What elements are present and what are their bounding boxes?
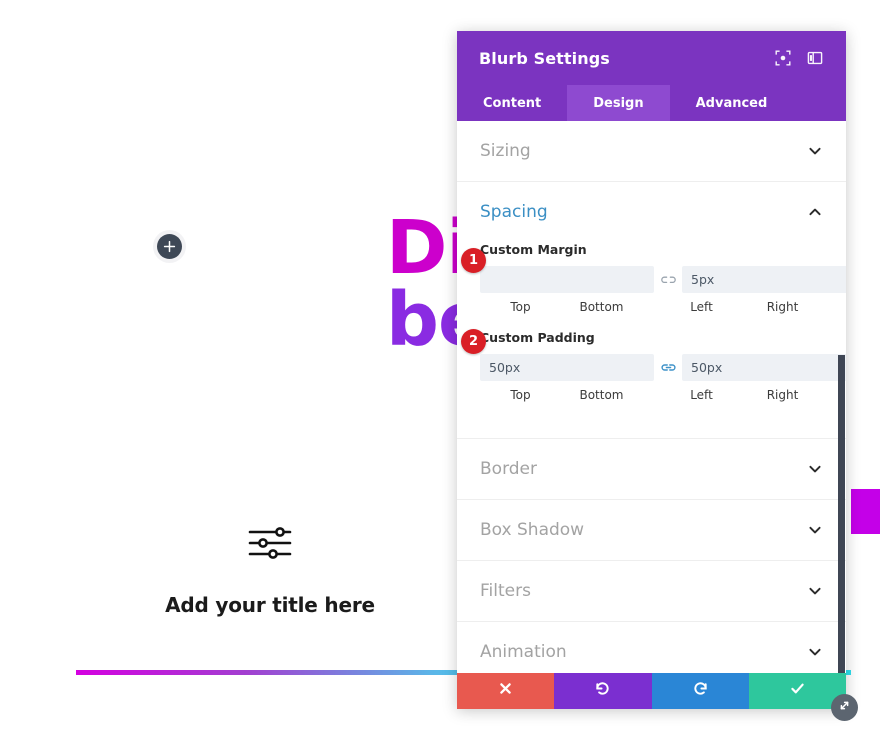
modal-footer bbox=[457, 673, 846, 709]
undo-button[interactable] bbox=[554, 673, 652, 709]
resize-diagonal-icon bbox=[837, 698, 852, 718]
check-icon bbox=[789, 680, 806, 702]
chevron-down-icon bbox=[807, 644, 823, 660]
section-spacing-header[interactable]: Spacing bbox=[480, 182, 823, 242]
section-box-shadow-label: Box Shadow bbox=[480, 520, 585, 540]
annotation-badge-1: 1 bbox=[461, 248, 486, 273]
custom-padding-row bbox=[480, 354, 846, 381]
section-spacing-label: Spacing bbox=[480, 202, 548, 222]
chevron-down-icon bbox=[807, 143, 823, 159]
panel-scrollbar[interactable] bbox=[838, 355, 845, 673]
margin-bottom-label: Bottom bbox=[579, 300, 624, 314]
undo-icon bbox=[594, 680, 611, 702]
padding-top-label: Top bbox=[510, 388, 531, 402]
spacing-fields: Custom Margin 5px Top Bottom Left Right … bbox=[480, 242, 846, 438]
section-animation[interactable]: Animation bbox=[457, 622, 846, 673]
modal-title: Blurb Settings bbox=[479, 48, 610, 68]
custom-padding-labels: Top Bottom Left Right bbox=[480, 383, 823, 402]
custom-padding-label: Custom Padding bbox=[480, 330, 595, 345]
chevron-up-icon bbox=[807, 204, 823, 220]
margin-left-label: Left bbox=[690, 300, 713, 314]
cancel-button[interactable] bbox=[457, 673, 555, 709]
resize-handle[interactable] bbox=[831, 694, 858, 721]
redo-button[interactable] bbox=[651, 673, 749, 709]
chevron-down-icon bbox=[807, 461, 823, 477]
custom-margin-row bbox=[480, 266, 846, 293]
chevron-down-icon bbox=[807, 583, 823, 599]
section-border-header[interactable]: Border bbox=[480, 439, 823, 499]
sliders-icon bbox=[247, 525, 293, 561]
padding-right-label: Right bbox=[766, 388, 799, 402]
color-swatch-block bbox=[851, 489, 880, 534]
blurb-module-preview[interactable]: Add your title here bbox=[110, 525, 430, 617]
modal-body: Sizing Spacing Custom Margin 5px Top Bot… bbox=[457, 121, 846, 673]
margin-top-input[interactable] bbox=[480, 266, 654, 293]
add-module-button[interactable] bbox=[157, 234, 182, 259]
modal-header: Blurb Settings bbox=[457, 31, 846, 85]
section-sizing-header[interactable]: Sizing bbox=[480, 121, 823, 181]
padding-bottom-label: Bottom bbox=[579, 388, 624, 402]
margin-right-label: Right bbox=[766, 300, 799, 314]
blurb-settings-modal: Blurb Settings Content Design Advanced S… bbox=[457, 31, 858, 721]
section-box-shadow-header[interactable]: Box Shadow bbox=[480, 500, 823, 560]
section-animation-label: Animation bbox=[480, 642, 567, 662]
margin-bottom-input[interactable] bbox=[682, 266, 846, 293]
blurb-title: Add your title here bbox=[165, 593, 375, 617]
section-border-label: Border bbox=[480, 459, 537, 479]
padding-top-input[interactable] bbox=[480, 354, 654, 381]
modal-tabs: Content Design Advanced bbox=[457, 85, 846, 121]
section-border[interactable]: Border bbox=[457, 439, 846, 500]
section-filters-header[interactable]: Filters bbox=[480, 561, 823, 621]
section-filters[interactable]: Filters bbox=[457, 561, 846, 622]
padding-bottom-input[interactable] bbox=[682, 354, 846, 381]
custom-margin-labels: Top Bottom Left Right bbox=[480, 295, 823, 314]
margin-top-label: Top bbox=[510, 300, 531, 314]
redo-icon bbox=[692, 680, 709, 702]
custom-margin-label: Custom Margin bbox=[480, 242, 587, 257]
section-filters-label: Filters bbox=[480, 581, 531, 601]
tab-content[interactable]: Content bbox=[457, 85, 567, 121]
close-icon bbox=[498, 681, 513, 701]
plus-icon bbox=[163, 240, 176, 253]
section-spacing[interactable]: Spacing Custom Margin 5px Top Bottom Lef… bbox=[457, 182, 846, 439]
focus-icon[interactable] bbox=[770, 45, 796, 71]
padding-left-label: Left bbox=[690, 388, 713, 402]
section-sizing[interactable]: Sizing bbox=[457, 121, 846, 182]
chevron-down-icon bbox=[807, 522, 823, 538]
section-animation-header[interactable]: Animation bbox=[480, 622, 823, 673]
padding-link-vertical-icon[interactable] bbox=[654, 356, 682, 380]
tab-design[interactable]: Design bbox=[567, 85, 670, 121]
layout-icon[interactable] bbox=[802, 45, 828, 71]
section-box-shadow[interactable]: Box Shadow bbox=[457, 500, 846, 561]
tab-advanced[interactable]: Advanced bbox=[670, 85, 794, 121]
section-sizing-label: Sizing bbox=[480, 141, 531, 161]
margin-link-vertical-icon[interactable] bbox=[654, 268, 682, 292]
annotation-badge-2: 2 bbox=[461, 329, 486, 354]
